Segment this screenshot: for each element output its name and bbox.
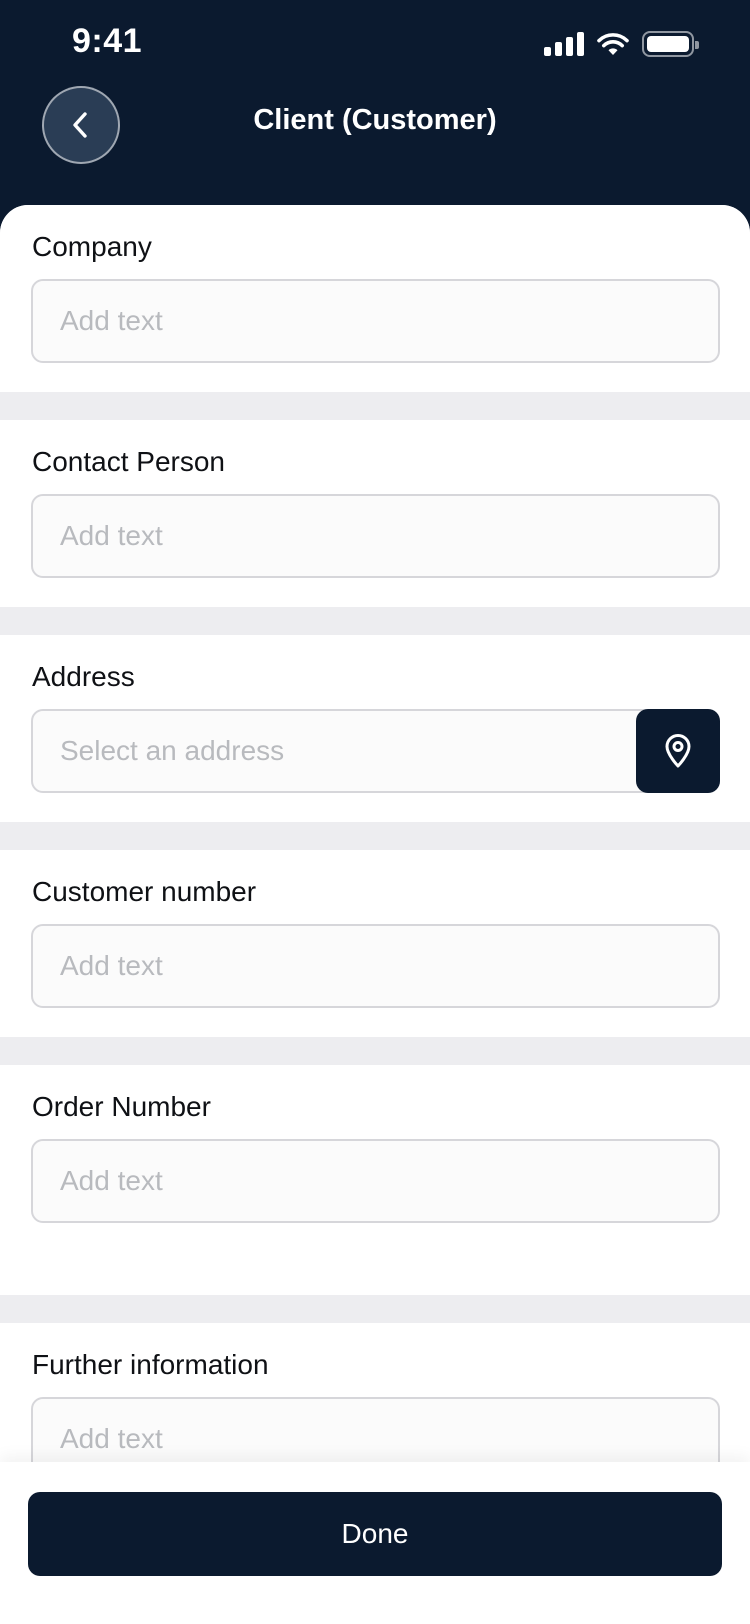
form-sheet: Company Contact Person Address Customer … [0,205,750,1624]
page-title: Client (Customer) [253,104,497,136]
further-information-label: Further information [32,1349,269,1380]
contact-person-input[interactable] [31,494,720,578]
status-icons [544,30,699,58]
battery-icon [642,31,699,57]
contact-person-section: Contact Person [0,420,750,607]
order-number-label: Order Number [32,1091,211,1122]
address-section: Address [0,635,750,822]
order-number-section: Order Number [0,1065,750,1295]
wifi-icon [597,33,629,55]
map-pin-icon [665,734,691,768]
address-input[interactable] [31,709,720,793]
done-button[interactable]: Done [28,1492,722,1576]
customer-number-section: Customer number [0,850,750,1037]
company-section: Company [0,205,750,392]
status-time: 9:41 [72,22,143,60]
customer-number-label: Customer number [32,876,257,907]
contact-person-label: Contact Person [32,446,225,477]
order-number-input[interactable] [31,1139,720,1223]
header: Client (Customer) [0,86,750,206]
customer-number-input[interactable] [31,924,720,1008]
company-label: Company [32,231,152,262]
location-button[interactable] [636,709,720,793]
address-label: Address [32,661,135,692]
screen: 9:41 Client (Customer) Company Add text … [0,0,750,1624]
status-bar: 9:41 [0,0,750,86]
address-field [31,709,720,793]
cellular-signal-icon [544,32,584,56]
company-input[interactable] [31,279,720,363]
bottom-bar: Done [0,1462,750,1624]
